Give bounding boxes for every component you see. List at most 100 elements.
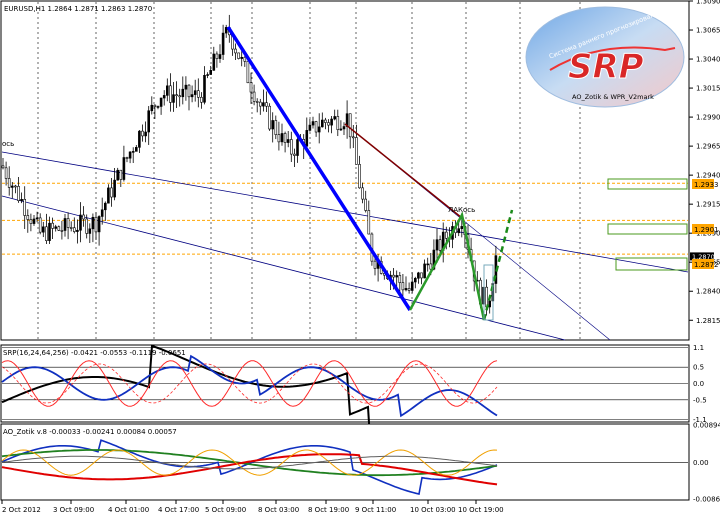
candle-body (348, 113, 352, 138)
scale-label: -0.00867 (693, 496, 720, 504)
candle-body (413, 277, 417, 283)
candle-body (128, 151, 132, 159)
candle-body (69, 227, 73, 229)
candle-body (361, 187, 364, 200)
candle-body (82, 214, 85, 220)
candle-body (488, 300, 492, 308)
candle-body (178, 95, 181, 98)
price-tick-label: 1.2840 (696, 288, 720, 296)
level-label-3: 1.2872 (694, 261, 719, 269)
candle-body (135, 147, 138, 152)
candle-body (311, 121, 315, 126)
candle-body (237, 52, 240, 59)
candle-body (206, 74, 209, 76)
candle-body (234, 48, 237, 54)
candle-body (97, 216, 101, 233)
candle-body (246, 60, 250, 84)
candle-body (367, 210, 371, 235)
candle-body (122, 157, 126, 180)
candle-body (420, 272, 423, 279)
candle-body (342, 126, 346, 130)
candle-body (48, 222, 51, 241)
candle-body (209, 70, 212, 75)
price-tick-label: 1.2815 (696, 317, 720, 325)
candle-body (159, 97, 163, 107)
candle-body (156, 106, 160, 108)
scale-label: 1.1 (693, 344, 704, 352)
candle-body (88, 228, 92, 234)
candle-body (113, 179, 116, 198)
candle-body (29, 219, 33, 224)
candle-body (212, 53, 216, 71)
channel-label-left: ось (2, 140, 14, 148)
candle-body (32, 218, 36, 224)
candle-body (417, 272, 420, 279)
candle-body (314, 121, 318, 133)
candle-body (76, 229, 79, 232)
candle-body (7, 178, 11, 188)
candle-body (283, 133, 287, 143)
candle-body (1, 165, 5, 169)
candle-body (330, 118, 333, 126)
scale-label: 0.00 (693, 459, 709, 467)
time-tick-label: 10 Oct 19:00 (458, 506, 504, 514)
candle-body (460, 226, 464, 229)
level-label-1: 1.2933 (694, 181, 719, 189)
candle-body (404, 288, 408, 291)
candle-body (398, 275, 402, 283)
level-label-2: 1.2901 (694, 226, 719, 234)
candle-body (125, 157, 129, 159)
candle-body (104, 202, 107, 211)
candle-body (131, 151, 135, 153)
price-tick-label: 1.3090 (696, 0, 720, 6)
candle-body (45, 226, 48, 241)
time-tick-label: 8 Oct 19:00 (308, 506, 349, 514)
channel-label-mid: ЛАКось (448, 206, 475, 214)
candle-body (200, 96, 203, 103)
candle-body (339, 128, 343, 131)
candle-body (57, 226, 61, 231)
candle-body (73, 227, 76, 232)
candle-body (23, 199, 27, 216)
candle-body (190, 94, 194, 98)
candle-body (60, 230, 64, 232)
scale-label: 0.00894 (693, 422, 720, 430)
price-tick-label: 1.2965 (696, 143, 720, 151)
candle-body (119, 169, 123, 180)
candle-body (351, 136, 355, 139)
time-tick-label: 4 Oct 17:00 (158, 506, 199, 514)
candle-body (286, 139, 290, 143)
candle-body (277, 134, 281, 143)
candle-body (240, 56, 243, 59)
candle-body (262, 102, 265, 107)
candle-body (91, 216, 95, 230)
chart-window: 1.3090 1.3065 1.3040 1.3015 1.2990 1.2965 1.29… (0, 0, 720, 514)
candle-body (85, 218, 88, 234)
candle-body (333, 116, 337, 120)
srp-logo: SRP Система раннего прогнозирования AO_Z… (525, 6, 685, 108)
candle-body (141, 130, 144, 137)
logo-bottom-arc: AO_Zotik & WPR_V2mark (572, 93, 654, 101)
scale-label: 0.0 (693, 380, 704, 388)
candle-body (4, 167, 8, 179)
price-axis: 1.3090 1.3065 1.3040 1.3015 1.2990 1.2965 1.29… (689, 0, 720, 325)
price-tick-label: 1.3015 (696, 85, 720, 93)
candle-body (172, 94, 175, 103)
candle-body (423, 263, 426, 279)
candle-body (193, 90, 197, 95)
candle-body (11, 185, 14, 188)
srp-indicator-header: SRP(16,24,64,256) -0.0421 -0.0553 -0.111… (3, 349, 186, 357)
candle-body (153, 104, 157, 107)
time-tick-label: 5 Oct 09:00 (205, 506, 246, 514)
candle-body (249, 82, 253, 93)
time-tick-label: 2 Oct 2012 (2, 506, 41, 514)
candle-body (51, 222, 54, 229)
candle-body (293, 153, 296, 156)
candle-body (63, 218, 67, 231)
candle-body (100, 209, 104, 217)
price-tick-label: 1.2990 (696, 114, 720, 122)
candle-body (320, 119, 324, 128)
time-axis: 2 Oct 2012 3 Oct 09:00 4 Oct 01:00 4 Oct 17… (1, 500, 504, 514)
candle-body (355, 137, 358, 165)
candle-body (308, 124, 312, 131)
